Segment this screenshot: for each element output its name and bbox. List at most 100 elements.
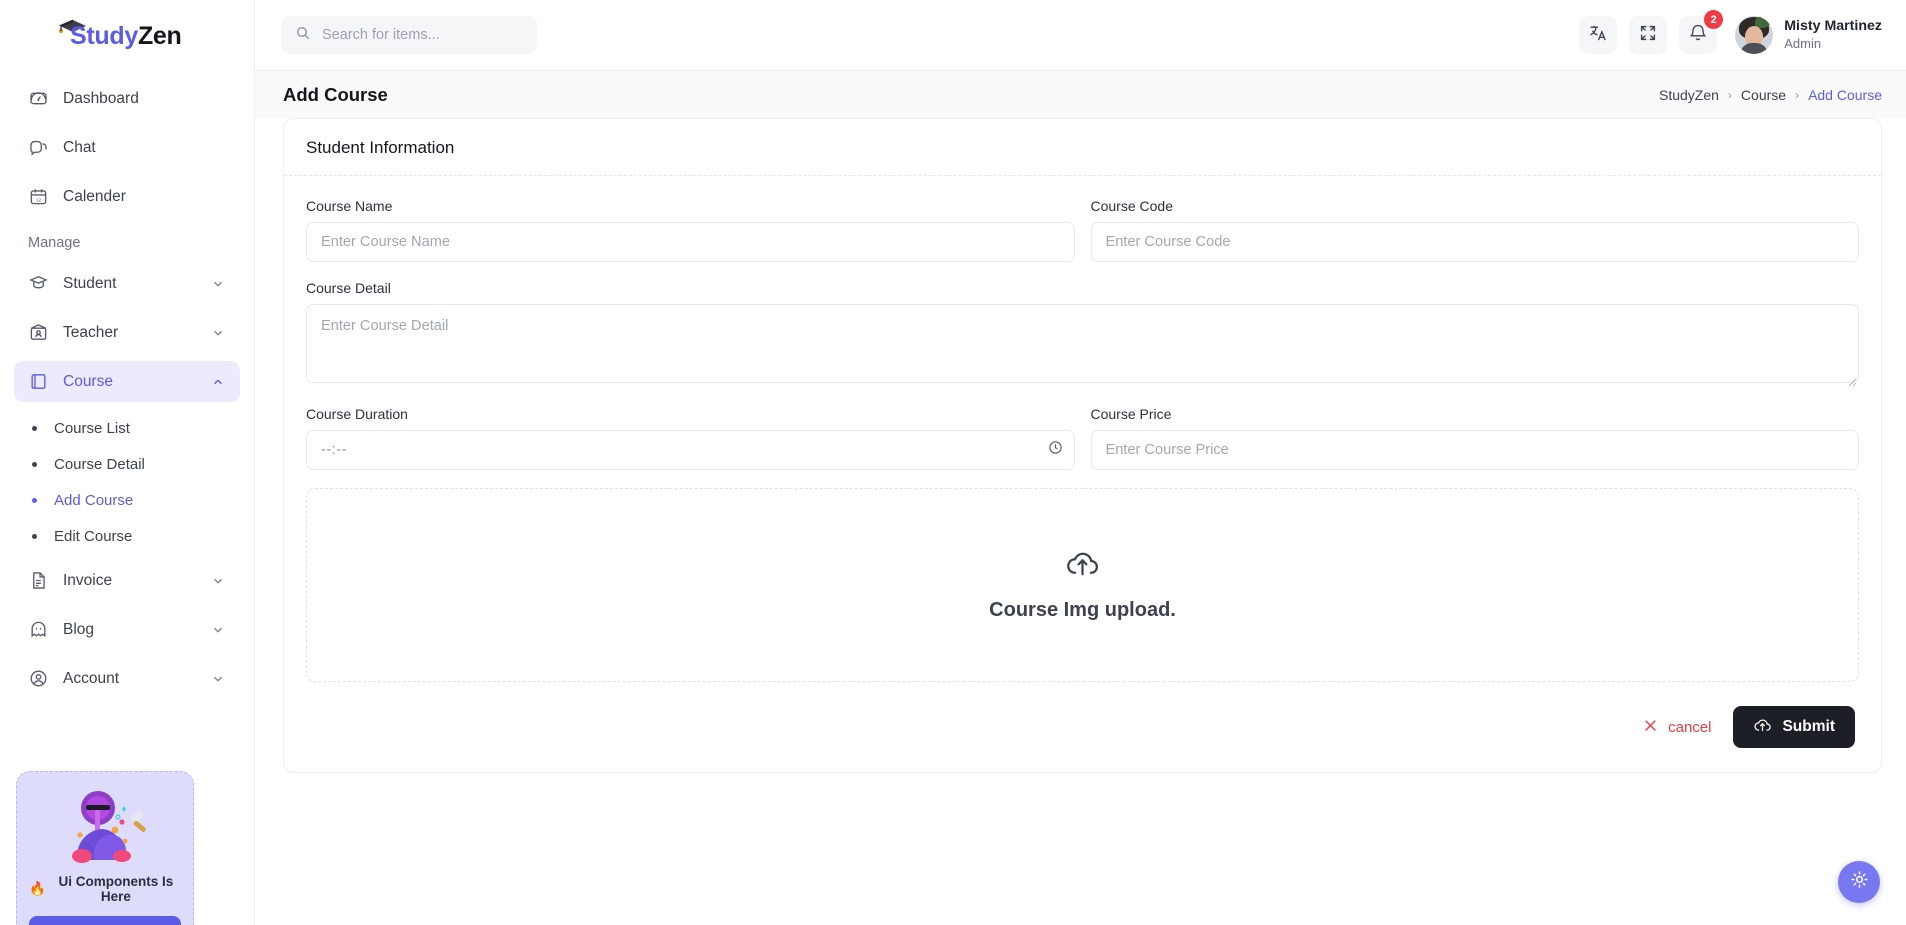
sidebar-item-course[interactable]: Course [14,361,240,402]
sidebar-section-manage: Manage [28,235,81,251]
card-body: Course Name Course Code Course Detail [284,176,1881,772]
sidebar: StudyZen Dashboard Chat 12 Calender Mana… [0,0,255,925]
field-course-duration: Course Duration [306,406,1075,470]
breadcrumb: StudyZen › Course › Add Course [1659,87,1882,103]
form-row-2: Course Detail [306,280,1859,388]
cancel-button[interactable]: cancel [1643,718,1711,737]
sidebar-item-dashboard[interactable]: Dashboard [14,78,240,119]
card-header: Student Information [284,119,1881,176]
sidebar-subitem-label: Course List [54,419,130,437]
bullet-icon [32,533,37,539]
bullet-icon [32,425,37,431]
course-name-label: Course Name [306,198,393,214]
course-image-dropzone[interactable]: Course Img upload. [306,488,1859,682]
form-actions: cancel Submit [306,682,1859,748]
theme-toggle-button[interactable] [1838,861,1880,903]
sidebar-item-label: Blog [63,620,95,638]
notifications-button[interactable]: 2 [1679,10,1724,54]
field-course-detail: Course Detail [306,280,1859,388]
sidebar-subitem-add-course[interactable]: Add Course [14,482,240,518]
translate-button[interactable] [1579,16,1618,54]
sidebar-item-chat[interactable]: Chat [14,127,240,168]
page-title: Add Course [283,83,388,105]
course-code-input[interactable] [1090,222,1859,262]
chat-icon [28,137,49,158]
avatar-body [1740,43,1769,54]
ghost-icon [28,619,49,640]
sidebar-item-label: Course [63,372,113,390]
sidebar-subitem-course-list[interactable]: Course List [14,410,240,446]
user-role: Admin [1784,35,1822,51]
main-area: 2 Misty Martinez Admin Add Course StudyZ… [255,0,1906,925]
breadcrumb-separator: › [1727,87,1732,102]
fullscreen-button[interactable] [1629,16,1668,54]
chevron-down-icon [210,325,226,341]
user-menu[interactable]: Misty Martinez Admin [1735,16,1882,54]
user-circle-icon [28,668,49,689]
translate-icon [1588,23,1608,48]
student-cap-icon [28,273,49,294]
promo-title-text: Ui Components Is Here [58,874,174,904]
sidebar-item-label: Dashboard [63,89,139,107]
promo-title: 🔥 Ui Components Is Here [29,874,181,904]
course-detail-textarea[interactable] [306,304,1859,383]
sidebar-item-label: Chat [63,138,96,156]
user-info: Misty Martinez Admin [1784,18,1882,52]
sidebar-subitem-label: Course Detail [54,455,145,473]
sidebar-subitem-edit-course[interactable]: Edit Course [14,518,240,554]
components-button[interactable]: Components [29,916,181,925]
calendar-icon: 12 [28,186,49,207]
course-duration-label: Course Duration [306,406,408,422]
sidebar-item-blog[interactable]: Blog [14,609,240,650]
page-content: Student Information Course Name Course C… [255,118,1906,925]
submit-button[interactable]: Submit [1733,706,1855,748]
resize-grip-icon[interactable] [1845,374,1857,387]
chevron-up-icon [210,374,226,390]
sidebar-item-label: Account [63,669,120,687]
brand-name-primary: Study [70,21,138,50]
course-price-input[interactable] [1090,430,1859,470]
sidebar-nav: Dashboard Chat 12 Calender Manage Studen… [0,72,254,699]
promo-card: 🔥 Ui Components Is Here Components [16,771,194,925]
chevron-down-icon [210,573,226,589]
course-detail-label: Course Detail [306,280,391,296]
sidebar-item-teacher[interactable]: Teacher [14,312,240,353]
course-name-input[interactable] [306,222,1075,262]
search-icon [295,25,311,46]
fire-icon: 🔥 [29,881,46,896]
document-icon [28,570,49,591]
student-information-card: Student Information Course Name Course C… [283,118,1882,773]
sidebar-subitem-course-detail[interactable]: Course Detail [14,446,240,482]
sidebar-subitem-label: Edit Course [54,527,133,545]
field-course-name: Course Name [306,198,1075,262]
notification-badge: 2 [1704,10,1724,29]
sidebar-item-student[interactable]: Student [14,263,240,304]
user-name: Misty Martinez [1784,18,1882,34]
bullet-icon [32,461,37,467]
course-duration-input[interactable] [306,430,1075,470]
cloud-upload-icon [1064,548,1101,583]
sidebar-item-label: Calender [63,187,126,205]
field-course-code: Course Code [1090,198,1859,262]
submit-button-label: Submit [1782,718,1835,735]
card-title: Student Information [306,138,455,157]
dropzone-label: Course Img upload. [989,599,1176,621]
breadcrumb-item-studyzen[interactable]: StudyZen [1659,87,1719,103]
sidebar-item-invoice[interactable]: Invoice [14,560,240,601]
search-box[interactable] [281,16,537,54]
brand-logo[interactable]: StudyZen [0,0,254,72]
topbar: 2 Misty Martinez Admin [255,0,1906,71]
sidebar-item-calender[interactable]: 12 Calender [14,176,240,217]
chevron-down-icon [210,622,226,638]
breadcrumb-item-add-course[interactable]: Add Course [1808,87,1882,103]
promo-illustration-icon [29,786,181,870]
sidebar-item-account[interactable]: Account [14,658,240,699]
chevron-down-icon [210,671,226,687]
course-price-label: Course Price [1090,406,1172,422]
search-input[interactable] [322,27,523,43]
cloud-upload-icon [1753,717,1772,738]
fullscreen-icon [1639,24,1657,47]
brand-name-secondary: Zen [137,21,182,50]
breadcrumb-item-course[interactable]: Course [1741,87,1786,103]
sidebar-item-label: Invoice [63,571,113,589]
